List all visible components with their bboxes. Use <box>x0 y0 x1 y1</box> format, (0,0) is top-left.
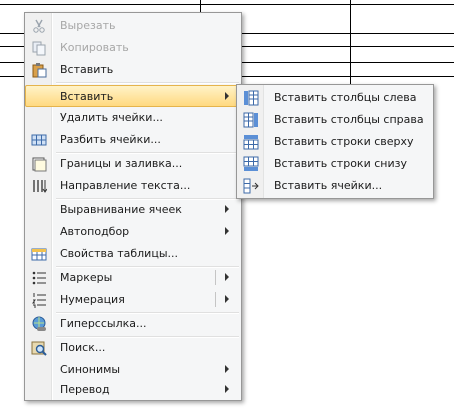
menu-item-text-direction[interactable]: Направление текста... <box>26 175 240 196</box>
menu-item-label: Нумерация <box>60 293 125 306</box>
split-divider <box>215 292 216 307</box>
split-cells-icon <box>31 132 47 148</box>
submenu-arrow-icon <box>225 92 229 100</box>
menu-item-label: Удалить ячейки... <box>60 111 163 124</box>
menu-item-label: Поиск... <box>60 341 106 354</box>
menu-item-label: Разбить ячейки... <box>60 133 161 146</box>
menu-item-cell-alignment[interactable]: Выравнивание ячеек <box>26 199 240 220</box>
menu-separator <box>56 82 239 84</box>
table-border <box>200 0 201 12</box>
menu-item-label: Направление текста... <box>60 179 191 192</box>
submenu-item-label: Вставить строки сверху <box>274 135 414 148</box>
menu-item-delete-cells[interactable]: Удалить ячейки... <box>26 107 240 128</box>
menu-item-research[interactable]: Поиск... <box>26 337 240 358</box>
submenu-arrow-icon <box>225 365 229 373</box>
menu-item-label: Синонимы <box>60 363 121 376</box>
table-properties-icon <box>31 246 47 262</box>
bullets-icon <box>31 270 47 286</box>
menu-item-label: Копировать <box>60 41 129 54</box>
menu-item-insert[interactable]: Вставить <box>25 85 241 107</box>
submenu-item-insert-columns-right[interactable]: Вставить столбцы справа <box>238 109 432 131</box>
menu-item-label: Вставить <box>60 90 114 103</box>
insert-columns-left-icon <box>243 90 259 106</box>
menu-item-label: Вырезать <box>60 19 116 32</box>
submenu-item-insert-rows-below[interactable]: Вставить строки снизу <box>238 153 432 175</box>
menu-item-label: Автоподбор <box>60 225 130 238</box>
menu-item-cut[interactable]: Вырезать <box>26 15 240 36</box>
menu-item-label: Выравнивание ячеек <box>60 203 182 216</box>
table-border <box>0 4 454 5</box>
paste-icon <box>31 62 47 78</box>
menu-item-numbering[interactable]: Нумерация <box>26 289 240 310</box>
submenu-item-label: Вставить столбцы справа <box>274 113 424 126</box>
insert-cells-icon <box>243 178 259 194</box>
submenu-arrow-icon <box>225 227 229 235</box>
text-direction-icon <box>31 178 48 194</box>
research-icon <box>31 340 47 356</box>
insert-rows-below-icon <box>243 156 259 172</box>
insert-columns-right-icon <box>243 112 259 128</box>
menu-item-translate[interactable]: Перевод <box>26 379 240 400</box>
menu-item-label: Свойства таблицы... <box>60 247 178 260</box>
menu-item-label: Границы и заливка... <box>60 157 183 170</box>
menu-item-hyperlink[interactable]: Гиперссылка... <box>26 313 240 334</box>
menu-item-label: Перевод <box>60 383 110 396</box>
menu-item-table-properties[interactable]: Свойства таблицы... <box>26 243 240 264</box>
split-divider <box>215 270 216 285</box>
scissors-icon <box>31 18 47 34</box>
submenu-item-insert-cells[interactable]: Вставить ячейки... <box>238 175 432 197</box>
submenu-item-label: Вставить столбцы слева <box>274 91 417 104</box>
menu-item-borders-shading[interactable]: Границы и заливка... <box>26 153 240 174</box>
insert-rows-above-icon <box>243 134 259 150</box>
submenu-arrow-icon <box>225 273 229 281</box>
menu-item-label: Маркеры <box>60 271 113 284</box>
submenu-item-label: Вставить ячейки... <box>274 179 383 192</box>
submenu-arrow-icon <box>225 295 229 303</box>
menu-item-bullets[interactable]: Маркеры <box>26 267 240 288</box>
menu-item-label: Вставить <box>60 63 114 76</box>
copy-icon <box>31 40 47 56</box>
menu-item-paste[interactable]: Вставить <box>26 59 240 80</box>
table-border <box>350 0 351 84</box>
hyperlink-icon <box>31 316 47 332</box>
submenu-arrow-icon <box>225 205 229 213</box>
submenu-item-label: Вставить строки снизу <box>274 157 407 170</box>
menu-item-autofit[interactable]: Автоподбор <box>26 221 240 242</box>
menu-item-label: Гиперссылка... <box>60 317 147 330</box>
menu-item-copy[interactable]: Копировать <box>26 37 240 58</box>
submenu-item-insert-rows-above[interactable]: Вставить строки сверху <box>238 131 432 153</box>
submenu-arrow-icon <box>225 385 229 393</box>
insert-submenu: Вставить столбцы слева Вставить столбцы … <box>236 84 434 199</box>
submenu-item-insert-columns-left[interactable]: Вставить столбцы слева <box>238 87 432 109</box>
context-menu: Вырезать Копировать Вставить Вставить Уд… <box>24 12 242 401</box>
borders-icon <box>31 156 47 172</box>
numbering-icon <box>31 292 47 308</box>
menu-item-split-cells[interactable]: Разбить ячейки... <box>26 129 240 150</box>
menu-item-synonyms[interactable]: Синонимы <box>26 359 240 380</box>
